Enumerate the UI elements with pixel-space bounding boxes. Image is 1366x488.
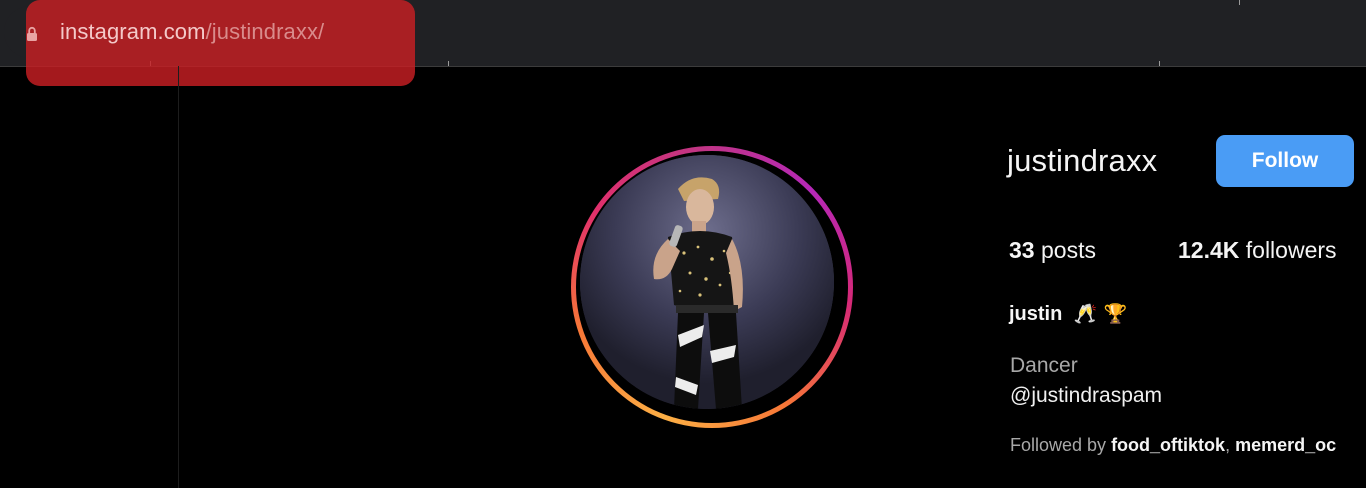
- toolbar-divider: [1159, 61, 1160, 66]
- posts-label: posts: [1040, 237, 1096, 263]
- story-ring[interactable]: [571, 146, 853, 428]
- followers-stat[interactable]: 12.4K followers: [1178, 237, 1337, 264]
- profile-avatar[interactable]: [580, 155, 834, 409]
- posts-count: 33: [1009, 237, 1035, 263]
- profile-full-name: justin 🥂 🏆: [1009, 302, 1127, 326]
- clinking-glasses-emoji: 🥂: [1073, 304, 1098, 325]
- followed-by-line[interactable]: Followed by food_oftiktok, memerd_oc: [1010, 435, 1336, 456]
- sidebar-divider: [178, 66, 179, 488]
- full-name-text: justin: [1009, 303, 1063, 325]
- url-domain: instagram.com: [60, 19, 206, 44]
- lock-icon[interactable]: [26, 26, 38, 42]
- instagram-profile-page: instagram.com/justindraxx/ justindraxx F…: [0, 0, 1366, 488]
- toolbar-divider: [448, 61, 449, 66]
- url-path: /justindraxx/: [205, 19, 325, 44]
- bio-mention-link[interactable]: @justindraspam: [1010, 384, 1162, 408]
- toolbar-divider: [1239, 0, 1240, 5]
- avatar-performer-image: [580, 155, 834, 409]
- posts-stat: 33 posts: [1009, 237, 1096, 264]
- followed-by-separator: ,: [1225, 435, 1236, 455]
- profile-category: Dancer: [1010, 354, 1078, 377]
- followed-by-user: food_oftiktok: [1111, 435, 1226, 455]
- profile-username: justindraxx: [1007, 143, 1158, 178]
- followed-by-label: Followed by: [1010, 435, 1107, 455]
- followers-label: followers: [1245, 237, 1337, 263]
- followers-count: 12.4K: [1178, 237, 1240, 263]
- follow-button[interactable]: Follow: [1216, 135, 1354, 187]
- url-text[interactable]: instagram.com/justindraxx/: [60, 19, 324, 45]
- followed-by-user: memerd_oc: [1235, 435, 1337, 455]
- trophy-emoji: 🏆: [1103, 304, 1128, 325]
